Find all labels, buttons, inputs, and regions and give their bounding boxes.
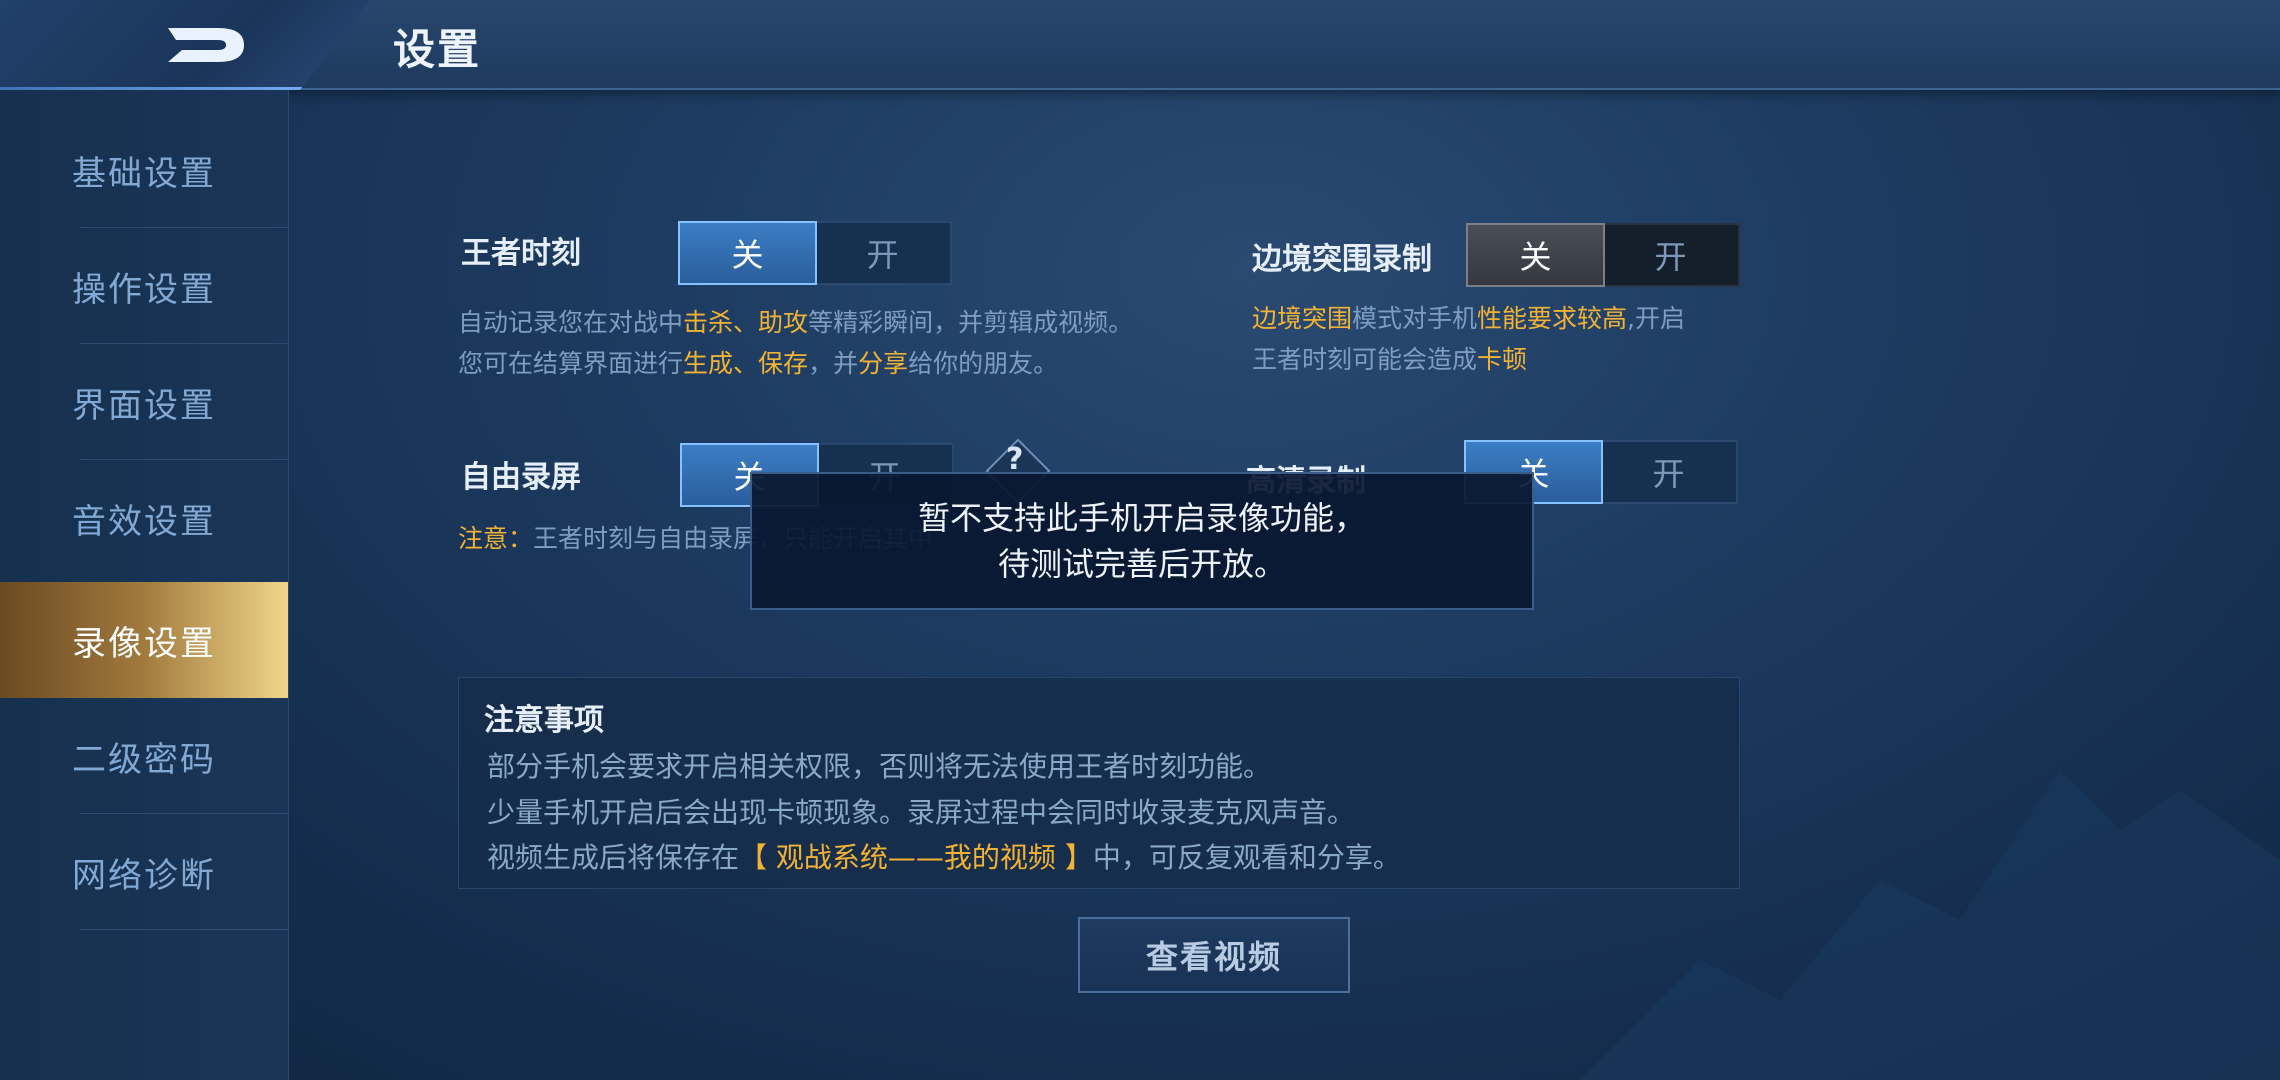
sidebar-item-sound-settings[interactable]: 音效设置 [0,460,288,576]
desc-highlight: 、 [733,308,759,337]
desc-highlight: 边境突围 [1252,304,1353,333]
sidebar-item-network-diagnosis[interactable]: 网络诊断 [0,814,288,930]
notice-text: 视频生成后将保存在 [487,841,740,874]
toast-message: 暂不支持此手机开启录像功能， 待测试完善后开放。 [750,472,1534,610]
notice-line-3: 视频生成后将保存在【 观战系统——我的视频 】中，可反复观看和分享。 [487,836,1401,876]
desc-highlight: 助攻 [758,308,809,337]
toast-line-1: 暂不支持此手机开启录像功能， [917,499,1366,537]
king-moment-label: 王者时刻 [461,236,581,271]
free-record-label: 自由录屏 [461,460,581,495]
notice-line-1: 部分手机会要求开启相关权限，否则将无法使用王者时刻功能。 [487,750,1272,783]
desc-text: 给你的朋友。 [908,349,1059,378]
border-breakout-label: 边境突围录制 [1252,242,1432,277]
sidebar-item-label: 二级密码 [72,739,216,780]
notice-highlight: 【 观战系统——我的视频 】 [739,841,1093,874]
desc-text: 自动记录您在对战中 [458,308,684,337]
sidebar-item-recording-settings[interactable]: 录像设置 [0,582,288,698]
border-breakout-toggle: 关 开 [1466,223,1740,287]
desc-highlight: 保存 [758,349,809,378]
king-moment-on-option[interactable]: 开 [815,223,950,283]
notice-title: 注意事项 [484,703,604,738]
desc-text: ,开启 [1627,304,1685,333]
desc-text: ，并 [808,349,859,378]
back-arrow-icon [168,28,244,62]
sidebar-item-interface-settings[interactable]: 界面设置 [0,344,288,460]
king-moment-toggle: 关 开 [678,221,952,285]
notice-line-2: 少量手机开启后会出现卡顿现象。录屏过程中会同时收录麦克风声音。 [487,796,1356,829]
border-breakout-description: 边境突围模式对手机性能要求较高,开启 王者时刻可能会造成卡顿 [1252,298,1685,380]
sidebar-item-control-settings[interactable]: 操作设置 [0,228,288,344]
sidebar-item-label: 基础设置 [72,153,216,194]
sidebar-item-label: 录像设置 [72,623,216,664]
sidebar-item-basic-settings[interactable]: 基础设置 [0,112,288,228]
desc-text: 模式对手机 [1352,304,1478,333]
sidebar-item-label: 音效设置 [72,501,216,542]
desc-highlight: 卡顿 [1477,345,1528,374]
toast-line-2: 待测试完善后开放。 [997,545,1286,583]
border-breakout-on-option[interactable]: 开 [1603,225,1738,285]
desc-text: 您可在结算界面进行 [458,349,684,378]
desc-highlight: 、 [733,349,759,378]
desc-highlight: 击杀 [683,308,734,337]
hd-record-on-option[interactable]: 开 [1601,442,1736,502]
sidebar-item-label: 界面设置 [72,385,216,426]
back-button[interactable] [0,0,370,90]
border-breakout-off-option[interactable]: 关 [1466,223,1605,287]
desc-highlight: 分享 [858,349,909,378]
sidebar-item-label: 操作设置 [72,269,216,310]
desc-highlight: 生成 [683,349,734,378]
sidebar-item-secondary-password[interactable]: 二级密码 [0,698,288,814]
note-prefix: 注意： [458,524,534,553]
desc-highlight: 性能要求较高 [1477,304,1628,333]
king-moment-description: 自动记录您在对战中击杀、助攻等精彩瞬间，并剪辑成视频。 您可在结算界面进行生成、… [458,302,1133,384]
notice-panel: 注意事项 部分手机会要求开启相关权限，否则将无法使用王者时刻功能。 少量手机开启… [458,677,1740,889]
sidebar-item-label: 网络诊断 [72,855,216,896]
notice-text: 中，可反复观看和分享。 [1092,841,1401,874]
sidebar: 基础设置 操作设置 界面设置 音效设置 录像设置 二级密码 网络诊断 [0,90,289,1080]
desc-text: 王者时刻可能会造成 [1252,345,1478,374]
desc-text: 等精彩瞬间，并剪辑成视频。 [808,308,1134,337]
king-moment-off-option[interactable]: 关 [678,221,817,285]
page-title: 设置 [393,25,482,74]
view-video-button[interactable]: 查看视频 [1078,917,1350,993]
divider [80,929,288,930]
top-header-bar: 设置 [0,0,2280,90]
